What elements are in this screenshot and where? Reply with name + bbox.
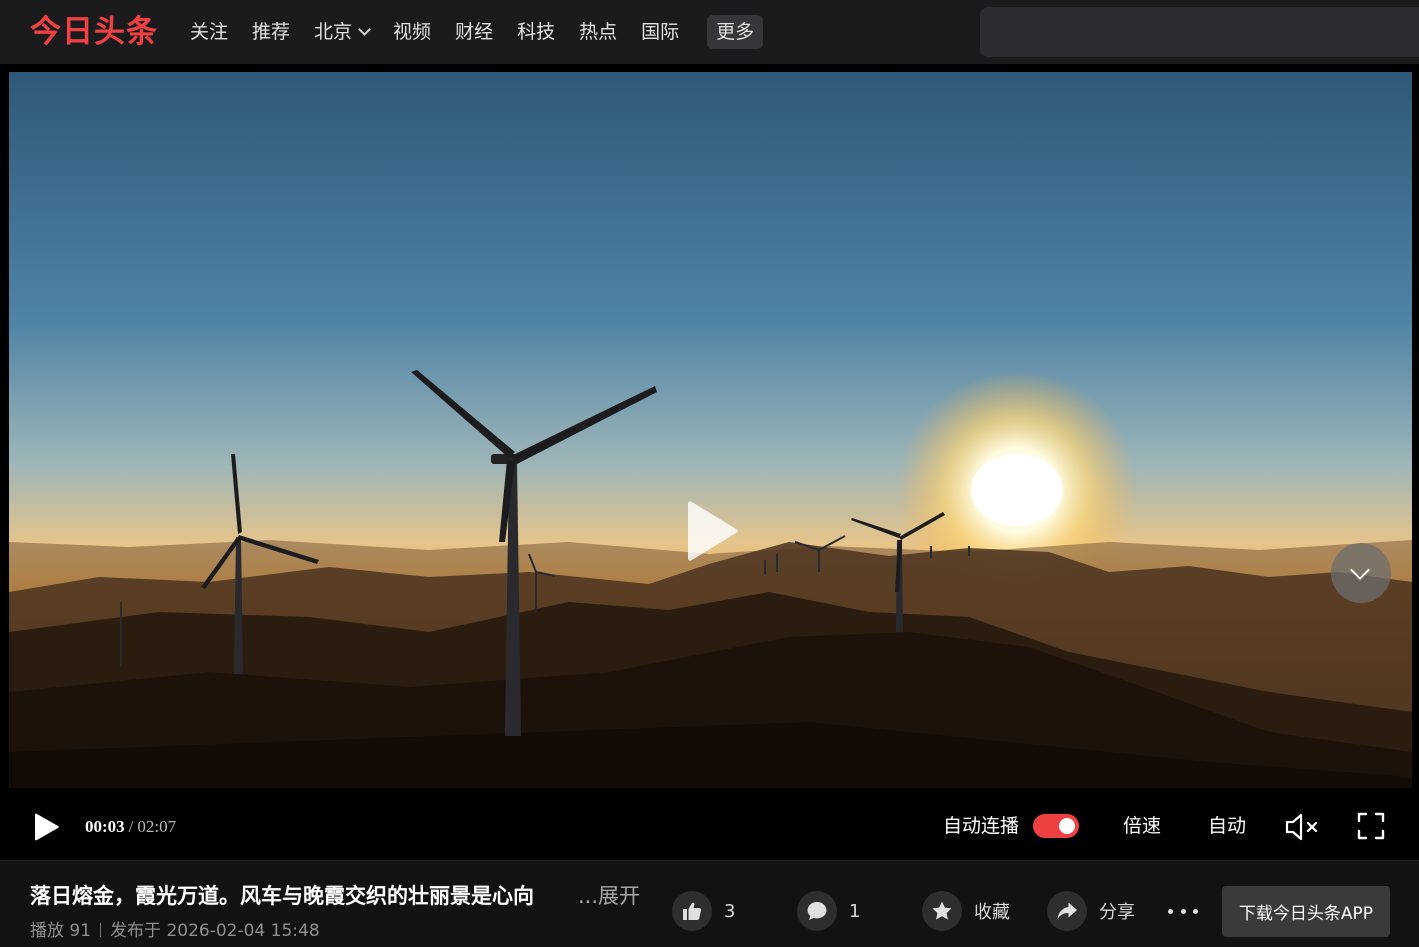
collect-label: 收藏 <box>974 902 1010 923</box>
toggle-knob <box>1059 818 1075 834</box>
collect-button[interactable]: 收藏 <box>922 891 1010 931</box>
play-icon <box>688 501 738 561</box>
dot-icon <box>1180 908 1186 914</box>
video-frame[interactable] <box>9 72 1412 788</box>
download-app-button[interactable]: 下载今日头条APP <box>1222 886 1390 937</box>
comment-icon <box>807 902 827 920</box>
collect-icon-wrap <box>922 891 962 931</box>
video-title: 落日熔金，霞光万道。风车与晚霞交织的壮丽景是心向 <box>30 884 534 908</box>
thumbs-up-icon <box>683 902 702 920</box>
play-icon <box>35 813 59 841</box>
player-controls: 00:03/02:07 自动连播 倍速 自动 <box>0 796 1419 860</box>
time-separator: / <box>128 817 134 836</box>
like-count: 3 <box>724 900 736 922</box>
playback-speed-button[interactable]: 倍速 <box>1123 814 1161 838</box>
site-logo[interactable]: 今日头条 <box>30 12 158 52</box>
nav-more-button[interactable]: 更多 <box>707 15 764 49</box>
autoplay-label: 自动连播 <box>943 815 1020 837</box>
time-display: 00:03/02:07 <box>85 816 176 838</box>
chevron-down-icon <box>1350 560 1370 580</box>
share-button[interactable]: 分享 <box>1047 891 1135 931</box>
more-options-button[interactable] <box>1168 899 1198 923</box>
like-icon-wrap <box>672 891 712 931</box>
video-still-sunset-wind-turbines <box>9 72 1412 788</box>
nav-item-finance[interactable]: 财经 <box>455 15 493 49</box>
like-button[interactable]: 3 <box>672 891 735 931</box>
collapse-player-button[interactable] <box>1331 543 1391 603</box>
fullscreen-button[interactable] <box>1357 812 1385 844</box>
play-count: 播放 91 <box>30 921 92 941</box>
play-pause-button[interactable] <box>34 812 60 842</box>
nav-item-video[interactable]: 视频 <box>393 15 431 49</box>
star-icon <box>932 901 952 920</box>
nav-item-tech[interactable]: 科技 <box>517 15 555 49</box>
fullscreen-icon <box>1357 812 1385 840</box>
expand-title-button[interactable]: ...展开 <box>578 881 640 911</box>
share-arrow-icon <box>1057 902 1077 920</box>
video-player[interactable] <box>0 64 1419 860</box>
search-input[interactable] <box>980 7 1419 57</box>
comment-button[interactable]: 1 <box>797 891 860 931</box>
video-meta: 播放 91 发布于 2026-02-04 15:48 <box>30 919 320 943</box>
duration: 02:07 <box>137 817 177 836</box>
publish-time: 发布于 2026-02-04 15:48 <box>110 921 320 941</box>
share-label: 分享 <box>1099 902 1135 923</box>
channel-nav: 关注 推荐 北京 视频 财经 科技 热点 国际 更多 <box>178 15 775 49</box>
current-time: 00:03 <box>85 817 125 836</box>
nav-item-hot[interactable]: 热点 <box>579 15 617 49</box>
nav-item-city[interactable]: 北京 <box>314 15 371 49</box>
comment-count: 1 <box>849 900 861 922</box>
dot-icon <box>1168 908 1173 914</box>
autoplay-toggle[interactable] <box>1033 814 1079 838</box>
top-navigation-bar: 今日头条 关注 推荐 北京 视频 财经 科技 热点 国际 更多 <box>0 0 1419 64</box>
chevron-down-icon <box>358 23 371 36</box>
video-info-bar: 落日熔金，霞光万道。风车与晚霞交织的壮丽景是心向 ...展开 播放 91 发布于 … <box>0 860 1419 947</box>
big-play-button[interactable] <box>686 496 742 566</box>
nav-item-follow[interactable]: 关注 <box>190 15 228 49</box>
nav-item-recommend[interactable]: 推荐 <box>252 15 290 49</box>
share-icon-wrap <box>1047 891 1087 931</box>
nav-item-world[interactable]: 国际 <box>641 15 679 49</box>
muted-speaker-icon <box>1285 813 1318 841</box>
meta-divider <box>100 923 102 937</box>
dot-icon <box>1193 908 1198 914</box>
quality-button[interactable]: 自动 <box>1208 814 1246 838</box>
comment-icon-wrap <box>797 891 837 931</box>
volume-button[interactable] <box>1284 812 1320 846</box>
